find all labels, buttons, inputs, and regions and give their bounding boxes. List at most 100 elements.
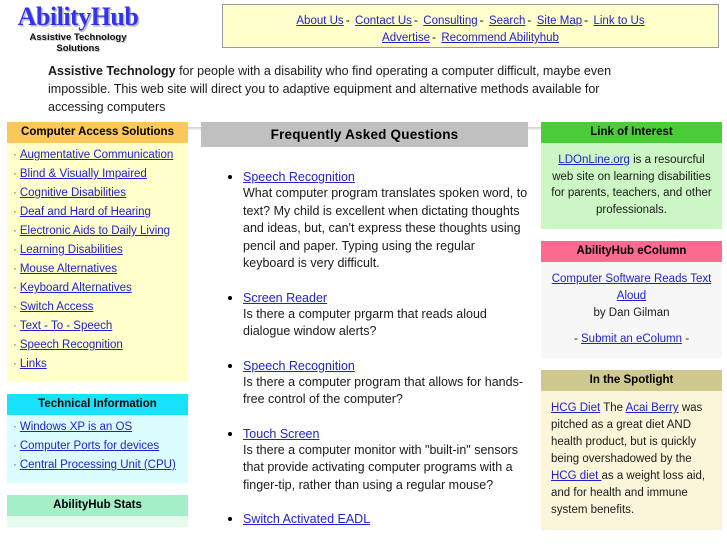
right-rail: Link of Interest LDOnLine.org is a resou… bbox=[541, 122, 722, 542]
sidebar-link-label[interactable]: Links bbox=[20, 358, 47, 370]
sidebar-link-label[interactable]: Mouse Alternatives bbox=[20, 263, 117, 275]
nav-separator: - bbox=[413, 13, 418, 27]
nav-link-contact-us[interactable]: Contact Us bbox=[355, 15, 412, 27]
bullet-icon: · bbox=[13, 282, 17, 294]
sidebar-item-electronic-aids-daily-living[interactable]: · Electronic Aids to Daily Living bbox=[7, 222, 188, 241]
main-content: Frequently Asked Questions Speech Recogn… bbox=[201, 122, 528, 543]
sidebar-item-computer-ports-for-devices[interactable]: · Computer Ports for devices bbox=[7, 437, 188, 456]
sidebar-item-cognitive-disabilities[interactable]: · Cognitive Disabilities bbox=[7, 184, 188, 203]
faq-question-link-wrapper: Speech Recognition bbox=[243, 170, 528, 184]
sidebar-item-windows-xp-is-an-os[interactable]: · Windows XP is an OS bbox=[7, 418, 188, 437]
panel-link-of-interest: Link of Interest LDOnLine.org is a resou… bbox=[541, 122, 722, 229]
content-columns: Computer Access Solutions · Augmentative … bbox=[0, 122, 727, 545]
submit-ecolumn-link[interactable]: Submit an eColumn bbox=[581, 333, 682, 345]
panel-body-link-of-interest: LDOnLine.org is a resourcful web site on… bbox=[541, 143, 722, 229]
sidebar-item-links[interactable]: · Links bbox=[7, 355, 188, 374]
sidebar-item-speech-recognition[interactable]: · Speech Recognition bbox=[7, 336, 188, 355]
sidebar-item-learning-disabilities[interactable]: · Learning Disabilities bbox=[7, 241, 188, 260]
link-ldonline-org[interactable]: LDOnLine.org bbox=[558, 154, 630, 166]
panel-body-abilityhub-ecolumn: Computer Software Reads Text Aloud by Da… bbox=[541, 262, 722, 358]
sidebar-link-label[interactable]: Cognitive Disabilities bbox=[20, 187, 126, 199]
nav-separator: - bbox=[584, 13, 589, 27]
faq-answer-text: Is there a computer monitor with "built-… bbox=[243, 442, 518, 492]
sidebar-link-label[interactable]: Computer Ports for devices bbox=[20, 440, 159, 452]
submit-suffix-dash: - bbox=[682, 332, 690, 345]
sidebar-item-switch-access[interactable]: · Switch Access bbox=[7, 298, 188, 317]
faq-question-link-wrapper: Switch Activated EADL bbox=[243, 512, 528, 526]
intro-lead-text: Assistive Technology bbox=[48, 64, 176, 78]
faq-item: Switch Activated EADL bbox=[243, 511, 528, 526]
faq-answer-text: What computer program translates spoken … bbox=[243, 186, 528, 270]
faq-question-link[interactable]: Screen Reader bbox=[243, 291, 327, 305]
sidebar-panel-body-technical-information: · Windows XP is an OS · Computer Ports for… bbox=[7, 415, 188, 483]
sidebar-panel-body-computer-access-solutions: · Augmentative Communication · Blind & Vis… bbox=[7, 143, 188, 382]
sidebar-item-central-processing-unit[interactable]: · Central Processing Unit (CPU) bbox=[7, 456, 188, 475]
sidebar-link-label[interactable]: Deaf and Hard of Hearing bbox=[20, 206, 151, 218]
nav-separator: - bbox=[345, 13, 350, 27]
sidebar-link-label[interactable]: Central Processing Unit (CPU) bbox=[20, 459, 176, 471]
ecolumn-byline: by Dan Gilman bbox=[593, 307, 670, 319]
page-header: AbilityHub Assistive Technology Solution… bbox=[0, 0, 727, 130]
faq-item: Speech Recognition What computer program… bbox=[243, 169, 528, 273]
spotlight-link-acai-berry[interactable]: Acai Berry bbox=[626, 402, 679, 414]
sidebar-panel-title-abilityhub-stats: AbilityHub Stats bbox=[7, 495, 188, 516]
logo-tagline-line2: Solutions bbox=[56, 42, 100, 54]
sidebar-link-label[interactable]: Augmentative Communication bbox=[20, 149, 173, 161]
bullet-icon: · bbox=[13, 225, 17, 237]
nav-link-advertise[interactable]: Advertise bbox=[382, 32, 430, 44]
faq-item: Screen Reader Is there a computer prgarm… bbox=[243, 290, 528, 341]
sidebar-link-label[interactable]: Learning Disabilities bbox=[20, 244, 123, 256]
faq-question-link[interactable]: Speech Recognition bbox=[243, 170, 355, 184]
nav-separator: - bbox=[479, 13, 484, 27]
faq-question-link[interactable]: Speech Recognition bbox=[243, 359, 355, 373]
panel-body-in-the-spotlight: HCG Diet The Acai Berry was pitched as a… bbox=[541, 391, 722, 530]
intro-paragraph: Assistive Technology for people with a d… bbox=[48, 62, 648, 116]
bullet-icon: · bbox=[13, 187, 17, 199]
bullet-icon: · bbox=[13, 301, 17, 313]
nav-link-search[interactable]: Search bbox=[489, 15, 525, 27]
faq-question-link[interactable]: Touch Screen bbox=[243, 427, 319, 441]
bullet-icon: · bbox=[13, 459, 17, 471]
bullet-icon: · bbox=[13, 339, 17, 351]
ecolumn-article-link[interactable]: Computer Software Reads Text Aloud bbox=[552, 273, 712, 302]
sidebar-link-label[interactable]: Windows XP is an OS bbox=[20, 421, 132, 433]
panel-in-the-spotlight: In the Spotlight HCG Diet The Acai Berry… bbox=[541, 370, 722, 530]
bullet-icon: · bbox=[13, 206, 17, 218]
sidebar-link-label[interactable]: Speech Recognition bbox=[20, 339, 123, 351]
sidebar-panel-technical-information: Technical Information · Windows XP is an … bbox=[7, 394, 188, 483]
nav-link-about-us[interactable]: About Us bbox=[296, 15, 343, 27]
nav-separator: - bbox=[527, 13, 532, 27]
sidebar-item-keyboard-alternatives[interactable]: · Keyboard Alternatives bbox=[7, 279, 188, 298]
sidebar-item-deaf-hard-of-hearing[interactable]: · Deaf and Hard of Hearing bbox=[7, 203, 188, 222]
sidebar-link-label[interactable]: Text - To - Speech bbox=[20, 320, 112, 332]
sidebar-link-label[interactable]: Blind & Visually Impaired bbox=[20, 168, 147, 180]
faq-question-link-wrapper: Screen Reader bbox=[243, 291, 528, 305]
nav-link-recommend-abilityhub[interactable]: Recommend Abilityhub bbox=[441, 32, 559, 44]
nav-link-consulting[interactable]: Consulting bbox=[423, 15, 477, 27]
panel-title-link-of-interest: Link of Interest bbox=[541, 122, 722, 143]
nav-link-link-to-us[interactable]: Link to Us bbox=[593, 15, 644, 27]
sidebar-panel-computer-access-solutions: Computer Access Solutions · Augmentative … bbox=[7, 122, 188, 382]
sidebar-item-text-to-speech[interactable]: · Text - To - Speech bbox=[7, 317, 188, 336]
panel-abilityhub-ecolumn: AbilityHub eColumn Computer Software Rea… bbox=[541, 241, 722, 358]
nav-link-site-map[interactable]: Site Map bbox=[537, 15, 582, 27]
bullet-icon: · bbox=[13, 244, 17, 256]
sidebar-item-blind-visually-impaired[interactable]: · Blind & Visually Impaired bbox=[7, 165, 188, 184]
sidebar-panel-body-abilityhub-stats bbox=[7, 516, 188, 527]
sidebar-link-label[interactable]: Keyboard Alternatives bbox=[20, 282, 132, 294]
submit-prefix-dash: - bbox=[573, 332, 581, 345]
bullet-icon: · bbox=[13, 168, 17, 180]
faq-question-link[interactable]: Switch Activated EADL bbox=[243, 512, 370, 526]
sidebar-item-augmentative-communication[interactable]: · Augmentative Communication bbox=[7, 146, 188, 165]
top-navigation-box: About Us - Contact Us - Consulting - Search… bbox=[222, 4, 719, 48]
spotlight-text-segment-1: The bbox=[600, 402, 626, 414]
site-logo[interactable]: AbilityHub Assistive Technology Solution… bbox=[8, 4, 148, 55]
faq-answer-text: Is there a computer prgarm that reads al… bbox=[243, 306, 487, 339]
faq-item: Touch Screen Is there a computer monitor… bbox=[243, 426, 528, 495]
sidebar-link-label[interactable]: Switch Access bbox=[20, 301, 94, 313]
spotlight-link-hcg-diet[interactable]: HCG Diet bbox=[551, 402, 600, 414]
sidebar-item-mouse-alternatives[interactable]: · Mouse Alternatives bbox=[7, 260, 188, 279]
sidebar-panel-abilityhub-stats: AbilityHub Stats bbox=[7, 495, 188, 527]
sidebar-link-label[interactable]: Electronic Aids to Daily Living bbox=[20, 225, 170, 237]
spotlight-link-hcg-diet-2[interactable]: HCG diet bbox=[551, 470, 602, 482]
